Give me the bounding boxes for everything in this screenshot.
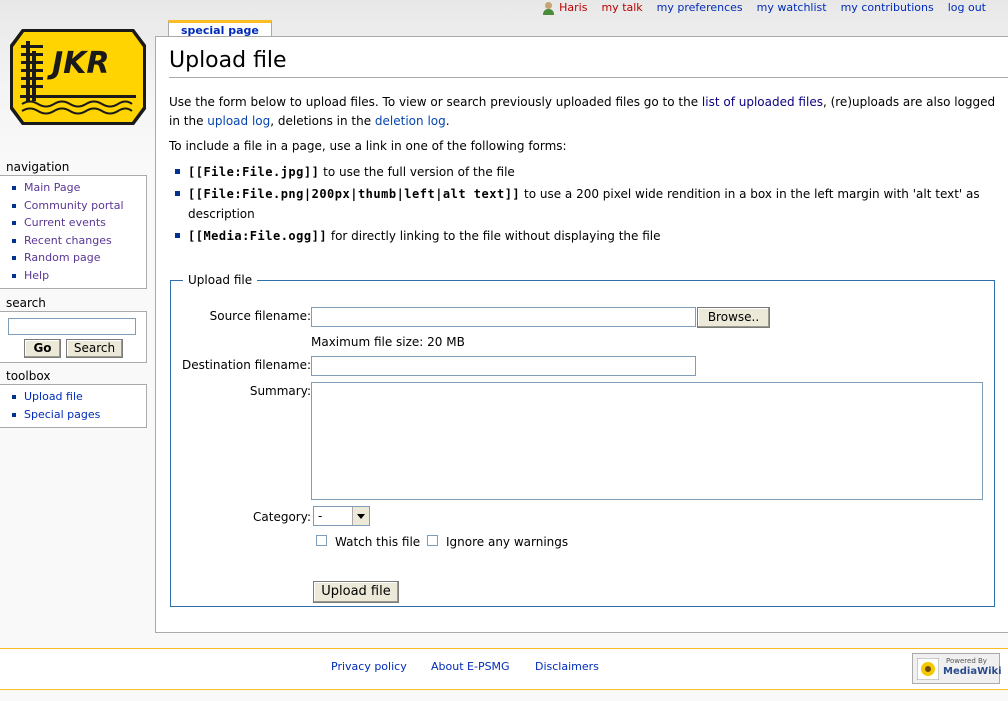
page-title: Upload file bbox=[169, 47, 1008, 78]
user-page-item[interactable]: Haris bbox=[543, 0, 587, 16]
navigation-body: Main Page Community portal Current event… bbox=[0, 175, 147, 289]
upload-legend: Upload file bbox=[188, 273, 253, 287]
deletion-log-link[interactable]: deletion log bbox=[375, 114, 446, 128]
sidebar-item-label[interactable]: Current events bbox=[24, 216, 106, 229]
category-label: Category: bbox=[253, 510, 311, 524]
mediawiki-text: MediaWiki bbox=[943, 666, 1002, 677]
navigation-heading: navigation bbox=[6, 160, 70, 174]
sidebar-item-current-events[interactable]: Current events bbox=[10, 214, 146, 232]
search-portlet: search Go Search bbox=[0, 296, 147, 363]
summary-label: Summary: bbox=[249, 384, 311, 398]
summary-textarea[interactable] bbox=[311, 382, 983, 500]
jkr-logo-icon: JKR bbox=[10, 29, 146, 125]
source-filename-label: Source filename: bbox=[209, 309, 311, 323]
sidebar-item-label[interactable]: Upload file bbox=[24, 390, 83, 403]
sidebar-item-recent-changes[interactable]: Recent changes bbox=[10, 232, 146, 250]
sidebar-item-special-pages[interactable]: Special pages bbox=[10, 406, 146, 424]
include-instructions: To include a file in a page, use a link … bbox=[169, 139, 567, 153]
personal-toolbar: Haris my talk my preferences my watchlis… bbox=[529, 0, 1008, 18]
ignore-warnings-checkbox[interactable] bbox=[427, 535, 438, 546]
user-page-link[interactable]: Haris bbox=[559, 0, 587, 16]
go-button[interactable]: Go bbox=[24, 339, 61, 358]
toolbox-body: Upload file Special pages bbox=[0, 384, 147, 428]
search-heading: search bbox=[6, 296, 46, 310]
site-logo[interactable]: JKR bbox=[8, 27, 148, 127]
sidebar-item-upload-file[interactable]: Upload file bbox=[10, 388, 146, 406]
upload-log-link[interactable]: upload log bbox=[207, 114, 270, 128]
watch-this-file-label: Watch this file bbox=[335, 535, 421, 549]
mediawiki-sunflower-icon bbox=[917, 658, 939, 680]
upload-fieldset: Upload file Source filename: Browse.. Ma… bbox=[170, 273, 995, 607]
sidebar-item-label[interactable]: Community portal bbox=[24, 199, 124, 212]
logout-link[interactable]: log out bbox=[948, 1, 986, 14]
category-select[interactable]: - bbox=[313, 506, 370, 526]
chevron-down-icon[interactable] bbox=[352, 507, 369, 525]
source-filename-input[interactable] bbox=[311, 307, 696, 327]
list-of-uploaded-files-link[interactable]: list of uploaded files bbox=[702, 95, 823, 109]
sidebar-item-help[interactable]: Help bbox=[10, 267, 146, 285]
destination-filename-label: Destination filename: bbox=[181, 358, 311, 372]
toolbox-portlet: toolbox Upload file Special pages bbox=[0, 369, 147, 428]
max-file-size-text: Maximum file size: 20 MB bbox=[311, 335, 465, 349]
svg-text:JKR: JKR bbox=[47, 46, 110, 81]
browse-button[interactable]: Browse.. bbox=[697, 307, 770, 328]
destination-filename-input[interactable] bbox=[311, 356, 696, 376]
my-contributions-link[interactable]: my contributions bbox=[841, 1, 934, 14]
powered-by-mediawiki-badge[interactable]: Powered By MediaWiki bbox=[912, 653, 1002, 684]
search-button[interactable]: Search bbox=[66, 339, 123, 358]
syntax-list: [[File:File.jpg]] to use the full versio… bbox=[175, 162, 999, 246]
search-body: Go Search bbox=[0, 311, 147, 363]
navigation-portlet: navigation Main Page Community portal Cu… bbox=[0, 160, 147, 289]
list-item: [[Media:File.ogg]] for directly linking … bbox=[175, 226, 999, 246]
toolbox-heading: toolbox bbox=[6, 369, 51, 383]
category-selected-value: - bbox=[318, 509, 323, 523]
user-icon bbox=[543, 1, 555, 15]
list-item: [[File:File.png|200px|thumb|left|alt tex… bbox=[175, 184, 999, 224]
about-link[interactable]: About E-PSMG bbox=[431, 660, 510, 673]
intro-paragraph: Use the form below to upload files. To v… bbox=[169, 95, 996, 128]
body-content: Use the form below to upload files. To v… bbox=[169, 93, 999, 248]
watch-this-file-checkbox[interactable] bbox=[316, 535, 327, 546]
sidebar-item-label[interactable]: Special pages bbox=[24, 408, 100, 421]
powered-by-text: Powered By bbox=[946, 657, 987, 665]
content-area: Upload file Use the form below to upload… bbox=[155, 36, 1008, 633]
ignore-warnings-label: Ignore any warnings bbox=[446, 535, 569, 549]
my-preferences-link[interactable]: my preferences bbox=[657, 1, 743, 14]
my-talk-link[interactable]: my talk bbox=[601, 1, 642, 14]
privacy-policy-link[interactable]: Privacy policy bbox=[331, 660, 407, 673]
sidebar-item-label[interactable]: Help bbox=[24, 269, 49, 282]
search-input[interactable] bbox=[8, 318, 136, 335]
my-watchlist-link[interactable]: my watchlist bbox=[757, 1, 827, 14]
sidebar-item-main-page[interactable]: Main Page bbox=[10, 179, 146, 197]
upload-file-button[interactable]: Upload file bbox=[313, 581, 399, 603]
list-item: [[File:File.jpg]] to use the full versio… bbox=[175, 162, 999, 182]
sidebar-item-community-portal[interactable]: Community portal bbox=[10, 197, 146, 215]
sidebar-item-label[interactable]: Main Page bbox=[24, 181, 80, 194]
footer: Privacy policy About E-PSMG Disclaimers … bbox=[0, 648, 1008, 690]
disclaimers-link[interactable]: Disclaimers bbox=[535, 660, 599, 673]
sidebar-item-label[interactable]: Recent changes bbox=[24, 234, 112, 247]
sidebar-item-label[interactable]: Random page bbox=[24, 251, 101, 264]
sidebar-item-random-page[interactable]: Random page bbox=[10, 249, 146, 267]
